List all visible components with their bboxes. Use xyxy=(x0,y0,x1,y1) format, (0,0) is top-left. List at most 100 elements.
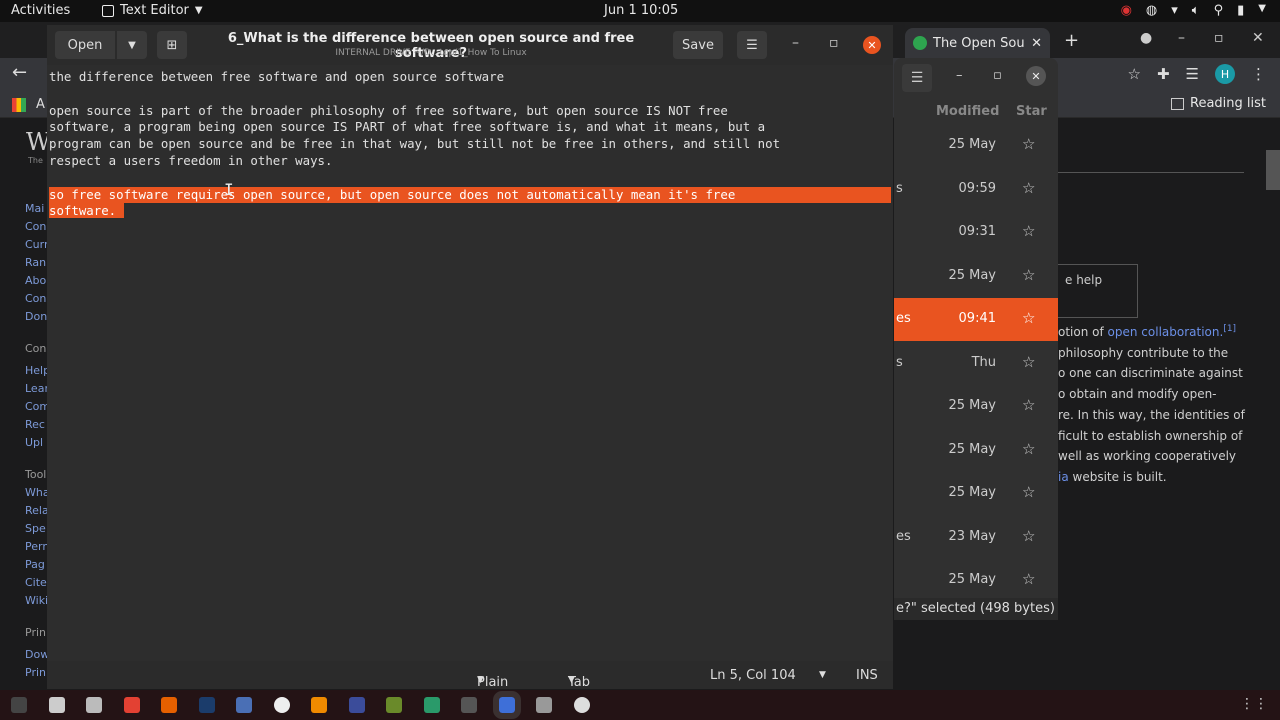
file-row[interactable]: 25 May ☆ xyxy=(894,472,1058,515)
star-icon[interactable]: ☆ xyxy=(1022,396,1035,414)
star-icon[interactable]: ☆ xyxy=(1022,179,1035,197)
sidebar-link[interactable]: Curr xyxy=(25,238,49,251)
steam-icon[interactable]: ◍ xyxy=(1146,3,1157,18)
steam-icon[interactable] xyxy=(198,697,215,713)
vlc-icon[interactable] xyxy=(311,697,327,713)
sidebar-link[interactable]: Wha xyxy=(25,486,50,499)
bookmark-apps-label[interactable]: A xyxy=(36,97,45,112)
article-link[interactable]: ia xyxy=(1058,470,1069,484)
file-row[interactable]: 25 May ☆ xyxy=(894,559,1058,602)
sidebar-link[interactable]: Dow xyxy=(25,648,49,661)
files-minimize-button[interactable]: – xyxy=(956,68,963,83)
hamburger-menu-icon[interactable]: ☰ xyxy=(902,64,932,92)
files-manager-icon[interactable] xyxy=(48,697,65,713)
file-row[interactable]: 25 May ☆ xyxy=(894,429,1058,472)
open-button[interactable]: Open xyxy=(55,31,115,59)
game-icon[interactable] xyxy=(386,697,402,713)
firefox-icon[interactable] xyxy=(161,697,177,713)
text-line[interactable]: respect a users freedom in other ways. xyxy=(49,153,891,170)
sidebar-link[interactable]: Mai xyxy=(25,202,44,215)
sidebar-link[interactable]: Abo xyxy=(25,274,46,287)
apps-grid-icon[interactable] xyxy=(12,98,26,112)
file-row[interactable]: es 09:41 ☆ xyxy=(894,298,1058,341)
sidebar-link[interactable]: Ran xyxy=(25,256,46,269)
clock[interactable]: Jun 1 10:05 xyxy=(604,3,678,18)
selected-text-line[interactable]: software. xyxy=(49,203,891,220)
chevron-down-icon[interactable]: ▼ xyxy=(1258,3,1266,18)
file-row[interactable]: 25 May ☆ xyxy=(894,124,1058,167)
sidebar-link[interactable]: Prin xyxy=(25,666,46,679)
browser-tab[interactable]: The Open Sou ✕ xyxy=(905,28,1050,58)
file-row[interactable]: 25 May ☆ xyxy=(894,255,1058,298)
bookmark-star-icon[interactable]: ☆ xyxy=(1128,65,1141,83)
citation-link[interactable]: [1] xyxy=(1223,324,1236,334)
disc-burner-icon[interactable] xyxy=(573,697,590,713)
file-row[interactable]: 09:31 ☆ xyxy=(894,211,1058,254)
sidebar-link[interactable]: Pag xyxy=(25,558,45,571)
text-line[interactable] xyxy=(49,170,891,187)
column-modified[interactable]: Modified xyxy=(936,104,999,119)
sidebar-link[interactable]: Upl xyxy=(25,436,43,449)
sidebar-link[interactable]: Con xyxy=(25,220,46,233)
editor-maximize-button[interactable]: ▫ xyxy=(829,35,839,51)
star-icon[interactable]: ☆ xyxy=(1022,309,1035,327)
text-line[interactable]: open source is part of the broader philo… xyxy=(49,103,891,120)
star-icon[interactable]: ☆ xyxy=(1022,570,1035,588)
profile-avatar[interactable]: H xyxy=(1215,64,1235,84)
show-apps-grid-icon[interactable]: ⋮⋮ xyxy=(1240,696,1268,712)
cursor-position[interactable]: Ln 5, Col 104 xyxy=(710,668,796,683)
system-tray[interactable]: ◉ ◍ ▾ 🔈︎ ⚲ ▮ ▼ xyxy=(1121,3,1266,18)
files-close-button[interactable]: ✕ xyxy=(1026,66,1046,86)
file-row[interactable]: s 09:59 ☆ xyxy=(894,168,1058,211)
terminal-icon[interactable] xyxy=(11,697,27,713)
text-line[interactable]: software, a program being open source IS… xyxy=(49,119,891,136)
activities-button[interactable]: Activities xyxy=(11,3,70,18)
sidebar-link[interactable]: Cite xyxy=(25,576,47,589)
vim-editor-icon[interactable] xyxy=(423,697,440,713)
save-button[interactable]: Save xyxy=(673,31,723,59)
star-icon[interactable]: ☆ xyxy=(1022,483,1035,501)
volume-icon[interactable]: 🔈︎ xyxy=(1192,3,1200,18)
mic-icon[interactable]: ⚲ xyxy=(1214,3,1224,18)
star-icon[interactable]: ☆ xyxy=(1022,440,1035,458)
text-line[interactable]: program can be open source and be free i… xyxy=(49,136,891,153)
editor-minimize-button[interactable]: – xyxy=(792,35,799,51)
app-menu[interactable]: Text Editor ▼ xyxy=(102,3,203,18)
star-icon[interactable]: ☆ xyxy=(1022,222,1035,240)
column-star[interactable]: Star xyxy=(1016,104,1047,119)
browser-minimize-button[interactable]: – xyxy=(1178,30,1185,46)
sidebar-link[interactable]: Spe xyxy=(25,522,46,535)
star-icon[interactable]: ☆ xyxy=(1022,266,1035,284)
insert-mode[interactable]: INS xyxy=(856,668,878,683)
star-icon[interactable]: ☆ xyxy=(1022,353,1035,371)
article-link[interactable]: open collaboration. xyxy=(1108,325,1224,339)
more-menu-icon[interactable]: ⋮ xyxy=(1251,65,1266,83)
new-document-icon[interactable]: ⊞ xyxy=(157,31,187,59)
hamburger-menu-icon[interactable]: ☰ xyxy=(737,31,767,59)
vpn-icon[interactable]: ◉ xyxy=(1121,3,1132,18)
remote-desktop-icon[interactable] xyxy=(236,697,252,713)
open-dropdown-chevron-icon[interactable]: ▼ xyxy=(117,31,147,59)
chrome-icon[interactable] xyxy=(123,697,140,713)
password-manager-icon[interactable] xyxy=(348,697,365,713)
page-scrollbar[interactable] xyxy=(1266,150,1280,190)
tab-search-icon[interactable]: ● xyxy=(1140,30,1152,46)
sidebar-link[interactable]: Don xyxy=(25,310,47,323)
gimp-icon[interactable] xyxy=(461,697,477,713)
text-line[interactable] xyxy=(49,86,891,103)
sidebar-link[interactable]: Lear xyxy=(25,382,49,395)
star-icon[interactable]: ☆ xyxy=(1022,135,1035,153)
star-icon[interactable]: ☆ xyxy=(1022,527,1035,545)
reading-list-button[interactable]: Reading list xyxy=(1171,96,1266,111)
system-monitor-icon[interactable] xyxy=(273,697,290,713)
sidebar-link[interactable]: Con xyxy=(25,292,46,305)
editor-close-button[interactable]: ✕ xyxy=(863,36,881,54)
new-tab-button[interactable]: + xyxy=(1064,30,1079,51)
media-control-icon[interactable]: ☰ xyxy=(1186,65,1199,83)
disk-utility-icon[interactable] xyxy=(86,697,102,713)
sidebar-link[interactable]: Pern xyxy=(25,540,49,553)
text-editor-icon[interactable] xyxy=(492,691,521,719)
sidebar-link[interactable]: Wiki xyxy=(25,594,48,607)
sidebar-link[interactable]: Rela xyxy=(25,504,49,517)
text-line[interactable]: the difference between free software and… xyxy=(49,69,891,86)
